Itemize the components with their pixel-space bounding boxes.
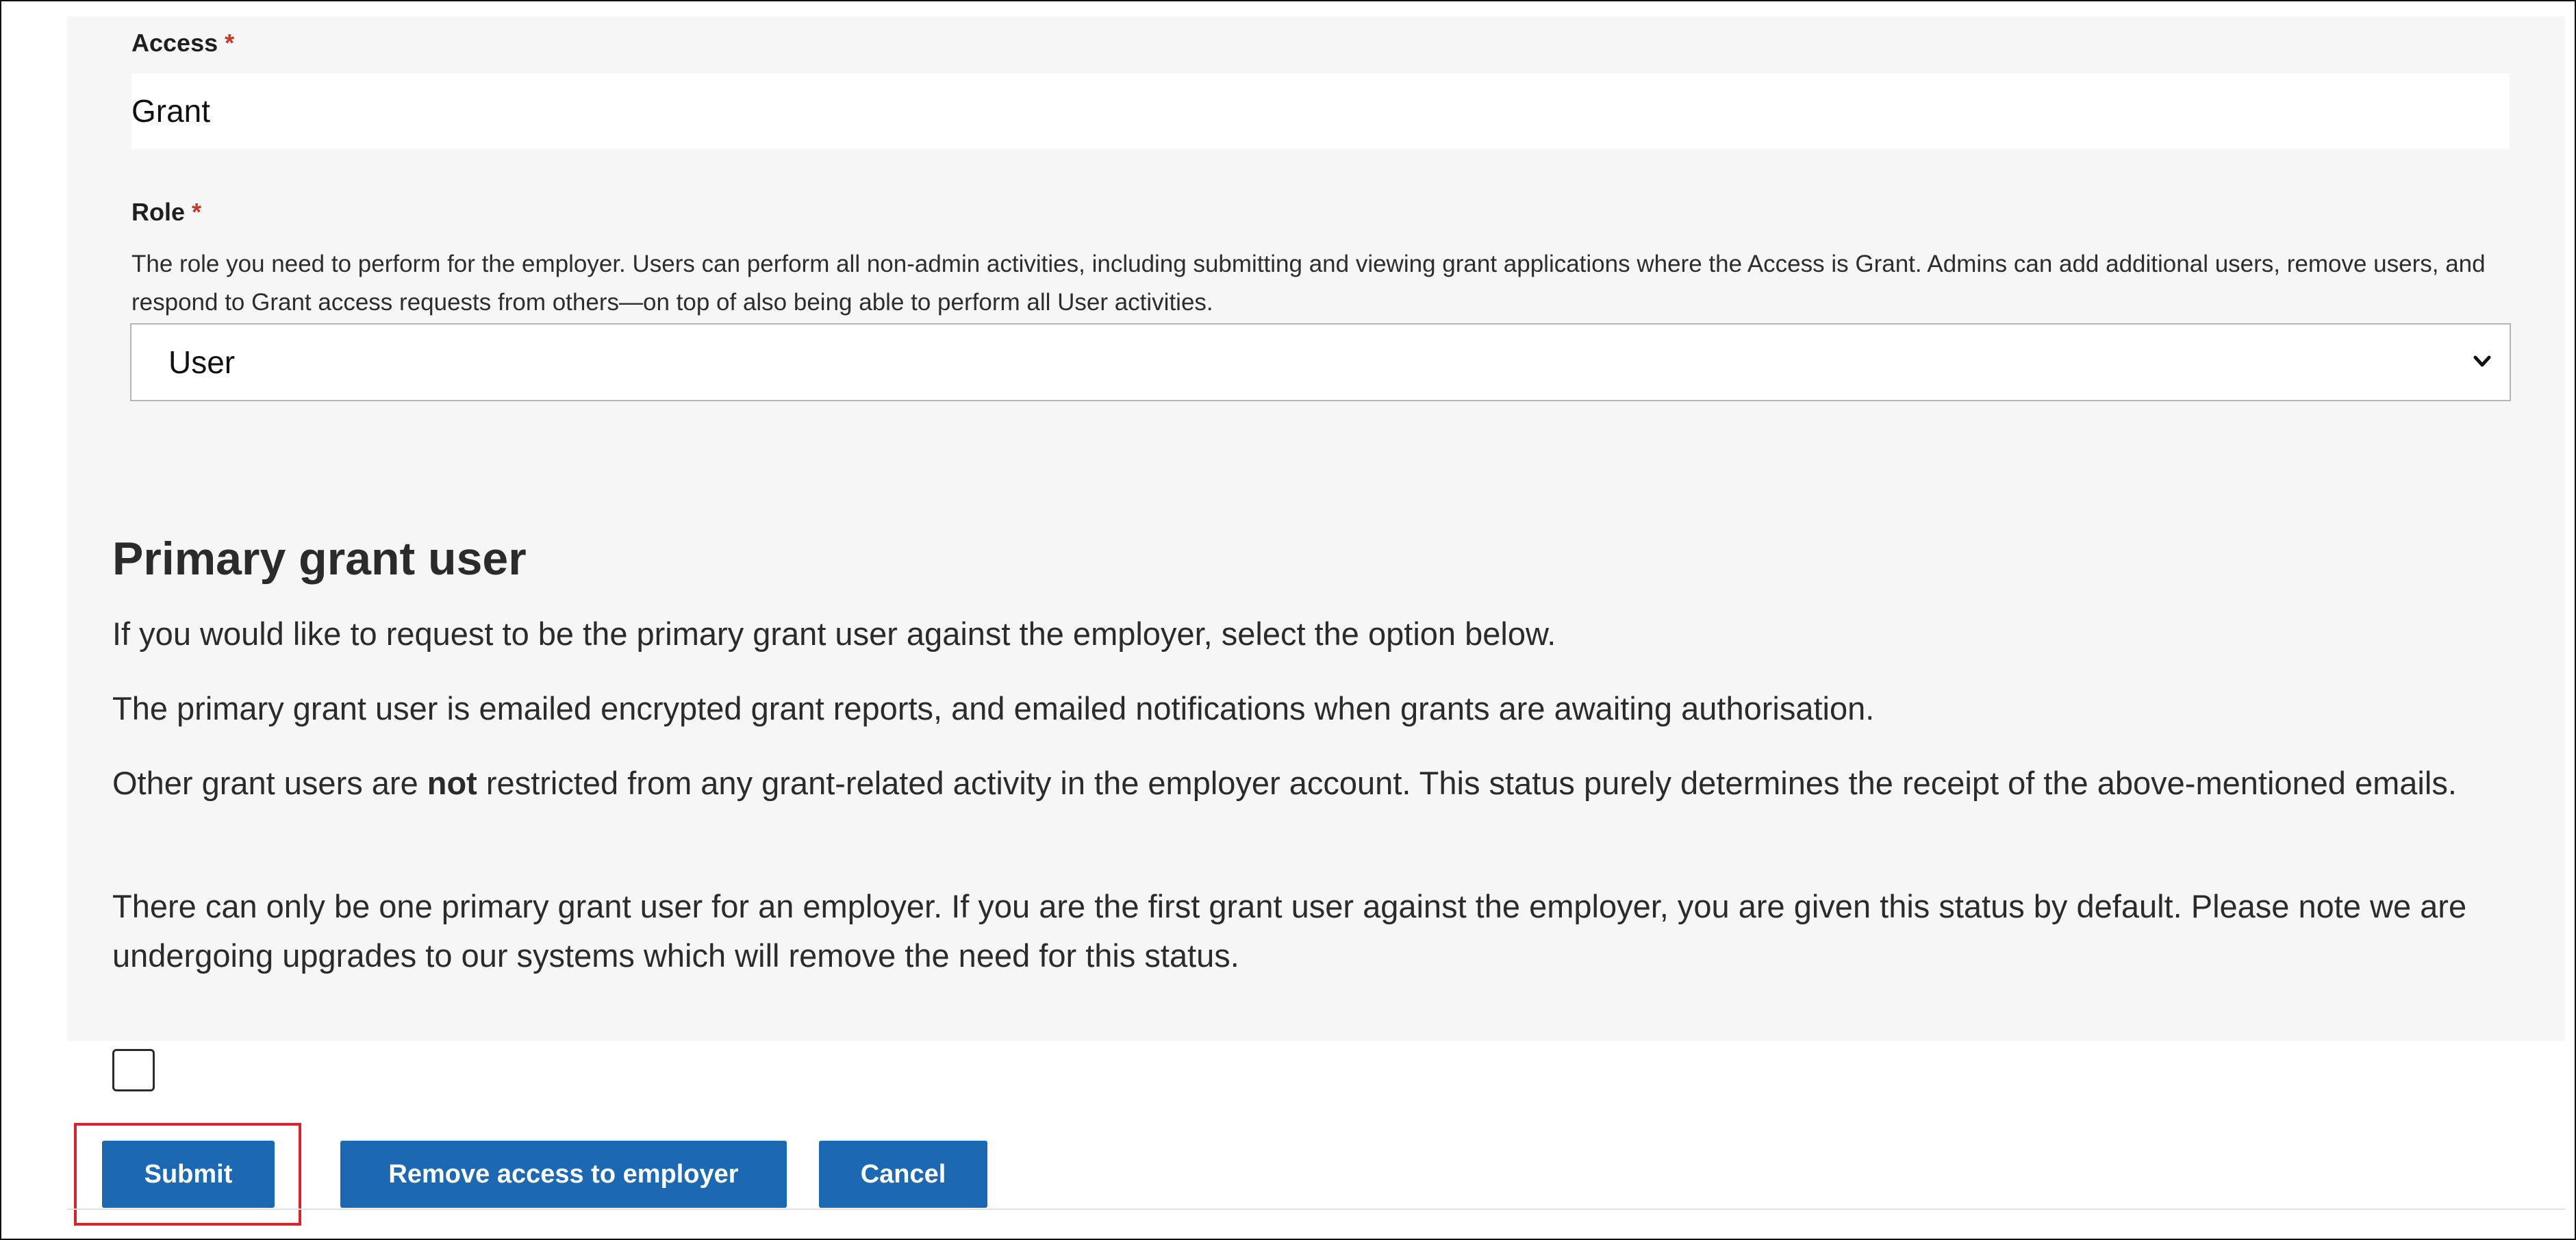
role-label: Role *	[131, 198, 202, 226]
required-marker: *	[225, 29, 235, 57]
emphasis-not: not	[427, 765, 477, 801]
submit-button[interactable]: Submit	[102, 1141, 275, 1208]
role-select[interactable]: User	[130, 323, 2511, 401]
window-frame: Access * Grant Role * The role you need …	[0, 0, 2576, 1240]
role-hint: The role you need to perform for the emp…	[131, 251, 2486, 316]
role-select-value: User	[168, 344, 236, 380]
cancel-button[interactable]: Cancel	[819, 1141, 987, 1208]
chevron-down-icon	[2473, 355, 2491, 367]
access-label: Access *	[131, 29, 235, 57]
primary-grant-user-checkbox[interactable]	[112, 1049, 155, 1091]
intro-paragraph: If you would like to request to be the p…	[112, 616, 1556, 652]
required-marker: *	[192, 198, 202, 226]
divider	[67, 1209, 2565, 1210]
access-field[interactable]: Grant	[131, 73, 2510, 149]
restriction-paragraph: Other grant users are not restricted fro…	[112, 765, 2457, 801]
remove-access-button[interactable]: Remove access to employer	[340, 1141, 787, 1208]
single-user-paragraph: There can only be one primary grant user…	[112, 888, 2467, 974]
section-heading: Primary grant user	[112, 533, 527, 585]
emails-paragraph: The primary grant user is emailed encryp…	[112, 690, 1875, 726]
